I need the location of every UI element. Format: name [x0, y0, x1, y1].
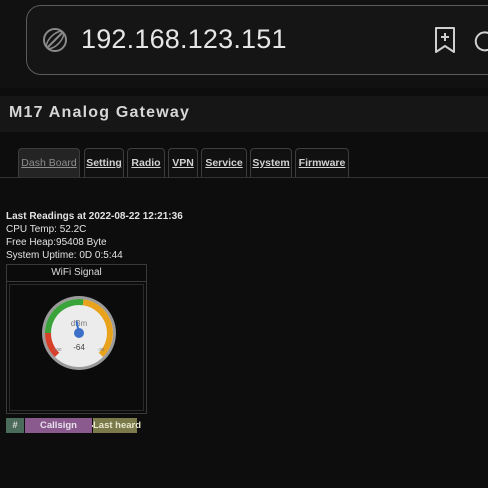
column-header-callsign[interactable]: Callsign [25, 418, 92, 433]
cpu-temp: CPU Temp: 52.2C [6, 224, 87, 235]
gauge-box: dBm -100 -30 -64 [9, 284, 144, 427]
column-header-last-heard[interactable]: Last heard [93, 418, 141, 433]
tab-divider [0, 177, 488, 178]
gauge-hub [74, 328, 84, 338]
url-text[interactable]: 192.168.123.151 [81, 24, 287, 55]
free-heap: Free Heap:95408 Byte [6, 237, 107, 248]
address-bar[interactable]: 192.168.123.151 [26, 5, 488, 75]
browser-toolbar: 192.168.123.151 [0, 0, 488, 88]
wifi-signal-panel: WiFi Signal dBm -100 -30 -64 [6, 264, 147, 427]
tab-vpn[interactable]: VPN [168, 148, 198, 178]
app-screen: 192.168.123.151 M17 Analog Gateway Dash … [0, 0, 488, 488]
readings-panel: Last Readings at 2022-08-22 12:21:36 CPU… [6, 210, 183, 262]
system-uptime: System Uptime: 0D 0:5:44 [6, 250, 123, 261]
tab-system[interactable]: System [250, 148, 292, 178]
gauge-value: -64 [73, 343, 85, 352]
tab-service[interactable]: Service [201, 148, 247, 178]
wifi-signal-title: WiFi Signal [7, 265, 146, 282]
readings-heading: Last Readings at 2022-08-22 12:21:36 [6, 211, 183, 222]
tab-firmware[interactable]: Firmware [295, 148, 349, 178]
gauge-max-label: -30 [98, 347, 105, 352]
column-header-number[interactable]: # [6, 418, 24, 433]
bookmark-add-icon[interactable] [433, 26, 457, 54]
reload-icon[interactable] [472, 28, 488, 54]
gauge-min-label: -100 [52, 347, 62, 352]
wifi-gauge: dBm -100 -30 -64 [42, 296, 116, 370]
gauge-unit: dBm [71, 319, 88, 328]
tab-setting[interactable]: Setting [84, 148, 124, 178]
page-header: M17 Analog Gateway [0, 96, 488, 132]
page-title: M17 Analog Gateway [9, 104, 191, 121]
tab-radio[interactable]: Radio [127, 148, 165, 178]
tab-dash-board[interactable]: Dash Board [18, 148, 80, 178]
globe-icon [43, 28, 67, 52]
